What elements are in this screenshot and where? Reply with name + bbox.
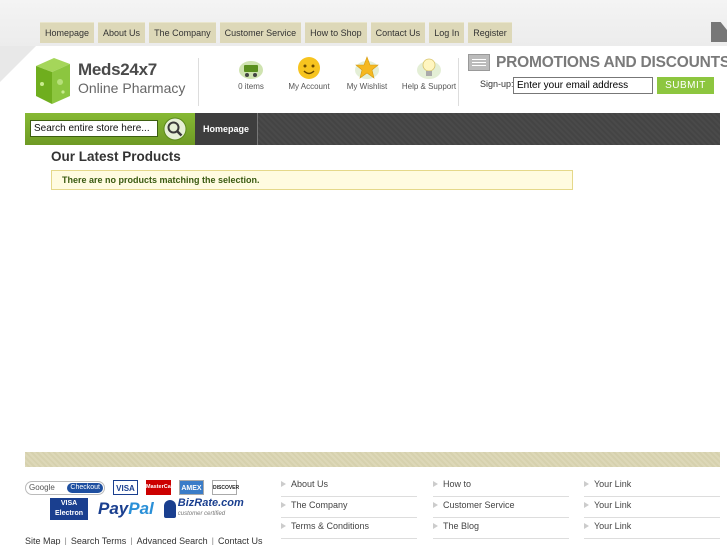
cart-icon [239, 61, 263, 79]
footer-bottom-links: Site Map | Search Terms | Advanced Search | Co… [25, 536, 263, 545]
bizrate-seal-icon [163, 500, 176, 518]
smiley-icon [298, 57, 320, 79]
top-nav-customer-service[interactable]: Customer Service [219, 22, 302, 43]
top-nav-how-to-shop[interactable]: How to Shop [305, 22, 367, 43]
visa-electron-bottom: Electron [54, 510, 83, 517]
site-logo[interactable]: Meds24x7 Online Pharmacy [32, 54, 192, 106]
separator: | [211, 536, 214, 545]
lightbulb-icon [417, 58, 441, 79]
header-divider [198, 58, 199, 106]
search-input[interactable] [30, 120, 158, 137]
top-nav-homepage[interactable]: Homepage [40, 22, 95, 43]
cart-link[interactable]: 0 items [225, 56, 277, 91]
amex-card-icon: AMEX [179, 480, 204, 495]
paypal-logo: PayPal [98, 499, 154, 519]
footer-column-3: Your Link Your Link Your Link [584, 476, 720, 539]
bizrate-subtitle: customer certified [177, 511, 226, 517]
footer-link-search-terms[interactable]: Search Terms [71, 536, 126, 545]
cart-count: 0 items [238, 82, 264, 91]
empty-notice: There are no products matching the selec… [51, 170, 573, 190]
star-icon [355, 56, 379, 79]
nav-tab-homepage[interactable]: Homepage [195, 113, 259, 145]
top-nav-contact-us[interactable]: Contact Us [370, 22, 426, 43]
visa-electron-top: VISA [60, 500, 78, 507]
page-title: Our Latest Products [51, 149, 181, 164]
top-navigation: Homepage About Us The Company Customer S… [40, 22, 512, 43]
footer-column-1: About Us The Company Terms & Conditions [281, 476, 417, 539]
footer-link-how-to[interactable]: How to [433, 476, 569, 497]
footer-band [25, 452, 720, 467]
my-account-link[interactable]: My Account [283, 56, 335, 91]
my-account-label: My Account [288, 82, 330, 91]
google-checkout-badge: Google Checkout [25, 480, 105, 495]
discover-card-icon: DISCOVER [212, 480, 239, 495]
search-area [25, 113, 195, 145]
payment-methods-2: VISA Electron PayPal BizRate.com custome… [50, 498, 244, 520]
top-nav-register[interactable]: Register [468, 22, 512, 43]
footer-link-your-link[interactable]: Your Link [584, 518, 720, 539]
logo-subtitle: Online Pharmacy [78, 80, 186, 96]
header-divider [458, 58, 459, 106]
footer-link-customer-service[interactable]: Customer Service [433, 497, 569, 518]
google-checkout-button-label: Checkout [67, 482, 103, 493]
promotions-title: PROMOTIONS AND DISCOUNTS [496, 54, 727, 71]
page-corner-decoration [0, 46, 36, 82]
help-support-link[interactable]: Help & Support [399, 56, 459, 91]
my-wishlist-label: My Wishlist [346, 82, 388, 91]
help-support-label: Help & Support [401, 82, 457, 91]
paypal-pay: Pay [98, 499, 129, 518]
separator: | [64, 536, 67, 545]
signup-label: Sign-up: [480, 79, 514, 89]
footer-link-contact-us[interactable]: Contact Us [218, 536, 263, 545]
footer-link-your-link[interactable]: Your Link [584, 476, 720, 497]
visa-electron-icon: VISA Electron [50, 498, 88, 520]
bizrate-name: BizRate.com [177, 497, 244, 509]
top-nav-log-in[interactable]: Log In [429, 22, 465, 43]
top-nav-about-us[interactable]: About Us [98, 22, 146, 43]
newsletter-email-input[interactable] [513, 77, 653, 94]
search-icon[interactable] [163, 117, 187, 141]
payment-methods: Google Checkout VISA MasterCard AMEX DIS… [25, 480, 239, 495]
footer-link-site-map[interactable]: Site Map [25, 536, 61, 545]
paypal-pal: Pal [128, 499, 154, 518]
footer-link-advanced-search[interactable]: Advanced Search [137, 536, 208, 545]
footer-link-the-company[interactable]: The Company [281, 497, 417, 518]
footer-column-2: How to Customer Service The Blog [433, 476, 569, 539]
bizrate-badge: BizRate.com customer certified [163, 497, 244, 520]
cube-logo-icon [36, 58, 70, 104]
logo-name: Meds24x7 [78, 60, 157, 79]
google-checkout-label: Google [29, 482, 55, 492]
visa-card-icon: VISA [113, 480, 138, 495]
footer-link-about-us[interactable]: About Us [281, 476, 417, 497]
footer-link-the-blog[interactable]: The Blog [433, 518, 569, 539]
top-nav-the-company[interactable]: The Company [149, 22, 216, 43]
newspaper-icon [468, 54, 490, 71]
header-links: 0 items My Account My Wishlist Help & Su… [225, 56, 459, 91]
footer-link-your-link[interactable]: Your Link [584, 497, 720, 518]
my-wishlist-link[interactable]: My Wishlist [341, 56, 393, 91]
newsletter-submit-button[interactable]: SUBMIT [657, 77, 714, 94]
footer-link-terms[interactable]: Terms & Conditions [281, 518, 417, 539]
mastercard-icon: MasterCard [146, 480, 176, 495]
separator: | [130, 536, 133, 545]
main-navigation-bar: Homepage [25, 113, 720, 145]
